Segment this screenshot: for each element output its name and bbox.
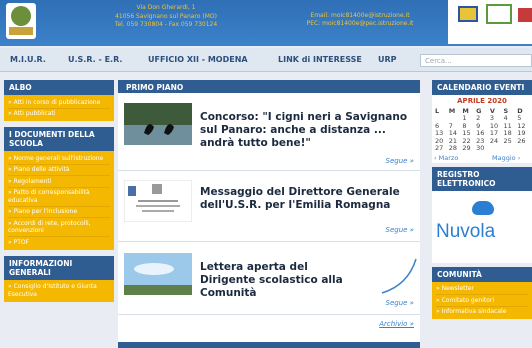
calendar-day[interactable]: 27: [434, 144, 448, 153]
primo-piano-heading: PRIMO PIANO: [118, 80, 420, 93]
sidebar-item-piano-attivita[interactable]: » Piano delle attività: [8, 165, 110, 176]
calendar-day[interactable]: 28: [448, 144, 462, 153]
republic-emblem-logo[interactable]: [6, 3, 36, 39]
prev-month-link[interactable]: ‹ Marzo: [434, 154, 458, 162]
sidebar-item-regolamenti[interactable]: » Regolamenti: [8, 176, 110, 188]
pon-logo-icon: [486, 4, 512, 24]
calendar-nav: ‹ Marzo Maggio ›: [432, 153, 532, 163]
email-link[interactable]: Email: moic81400e@istruzione.it: [285, 12, 435, 20]
sidebar-item-atti-pubblicati[interactable]: » Atti pubblicati: [8, 109, 110, 120]
albo-list: » Atti in corso di pubblicazione » Atti …: [4, 95, 114, 121]
school-address: Via Don Gherardi, 1 41056 Savignano sul …: [96, 4, 236, 30]
ministry-logo-icon: [518, 8, 532, 22]
calendar-day: [516, 145, 530, 153]
nav-item-ufficio[interactable]: UFFICIO XII - MODENA: [148, 55, 248, 64]
documenti-list: » Norme generali sull'istruzione » Piano…: [4, 151, 114, 250]
usr-letterhead-thumbnail[interactable]: [124, 180, 192, 222]
right-sidebar: CALENDARIO EVENTI APRILE 2020 L M M G V …: [432, 80, 532, 319]
sidebar-item-newsletter[interactable]: » Newsletter: [436, 284, 528, 295]
read-more-link[interactable]: Segue »: [386, 299, 414, 307]
sidebar-item-informativa[interactable]: » Informativa sindacale: [436, 307, 528, 318]
eu-flag-icon: [458, 6, 478, 22]
emblem-star-icon: [11, 6, 31, 26]
informazioni-heading: INFORMAZIONI GENERALI: [4, 255, 114, 280]
sidebar-item-ptof[interactable]: » PTOF: [8, 237, 110, 248]
calendar-day: [503, 145, 517, 153]
sidebar-item-patto[interactable]: » Patto di corresponsabilità educativa: [8, 188, 110, 207]
sidebar-item-norme[interactable]: » Norme generali sull'istruzione: [8, 153, 110, 165]
address-line-1: Via Don Gherardi, 1: [136, 4, 196, 11]
school-contacts: Email: moic81400e@istruzione.it PEC: moi…: [285, 12, 435, 28]
next-month-link[interactable]: Maggio ›: [492, 154, 520, 162]
cloud-icon: [472, 200, 494, 215]
sidebar-item-atti-in-corso[interactable]: » Atti in corso di pubblicazione: [8, 97, 110, 109]
nuvola-banner[interactable]: Nuvola: [432, 190, 532, 263]
primo-piano-panel: PRIMO PIANO Concorso: "I cigni neri a Sa…: [118, 80, 420, 348]
phone-line: Tel. 059 730804 - Fax 059 730124: [114, 21, 218, 28]
comunita-list: » Newsletter » Comitato genitori » Infor…: [432, 281, 532, 319]
news-item: Concorso: "I cigni neri a Savignano sul …: [118, 93, 420, 171]
sidebar-item-comitato[interactable]: » Comitato genitori: [436, 295, 528, 307]
read-more-link[interactable]: Segue »: [386, 226, 414, 234]
black-swans-thumbnail[interactable]: [124, 103, 192, 145]
calendar-day[interactable]: 26: [516, 137, 530, 146]
nav-item-miur[interactable]: M.I.U.R.: [10, 55, 46, 64]
calendar-week-row: 27 28 29 30: [434, 144, 530, 153]
pon-banner[interactable]: [448, 0, 532, 44]
calendar-day: [489, 145, 503, 153]
emblem-ribbon: [9, 27, 33, 35]
weekday-label: L: [435, 107, 440, 115]
read-more-link[interactable]: Segue »: [386, 157, 414, 165]
pec-link[interactable]: PEC: moic81400e@pec.istruzione.it: [285, 20, 435, 28]
calendar-day[interactable]: 24: [489, 137, 503, 146]
sky-landscape-thumbnail[interactable]: [124, 253, 192, 295]
sidebar-item-consiglio[interactable]: » Consiglio d'Istituto e Giunta Esecutiv…: [8, 282, 110, 300]
informazioni-list: » Consiglio d'Istituto e Giunta Esecutiv…: [4, 279, 114, 302]
nav-item-link-interesse[interactable]: LINK di INTERESSE: [278, 55, 362, 64]
news-item: Lettera aperta del Dirigente scolastico …: [118, 243, 420, 315]
calendar-grid: L M M G V S D 1 2 3 4 5 6 7 8 9 10 11 12 13 14 15 16 17 1…: [434, 107, 530, 153]
documenti-heading: I DOCUMENTI DELLA SCUOLA: [4, 127, 114, 151]
arrow-decoration-icon: [381, 258, 417, 294]
news-title[interactable]: Messaggio del Direttore Generale dell'U.…: [200, 186, 412, 212]
registro-block: REGISTRO ELETTRONICO Nuvola: [432, 166, 532, 263]
comunita-block: COMUNITÀ » Newsletter » Comitato genitor…: [432, 266, 532, 319]
nav-item-urp[interactable]: URP: [378, 55, 397, 64]
nav-item-usr[interactable]: U.S.R. - E.R.: [68, 55, 122, 64]
news-item: Messaggio del Direttore Generale dell'U.…: [118, 172, 420, 242]
registro-heading: REGISTRO ELETTRONICO: [432, 166, 532, 191]
archive-link[interactable]: Archivio »: [379, 320, 414, 328]
comunita-heading: COMUNITÀ: [432, 266, 532, 282]
event-calendar: APRILE 2020 L M M G V S D 1 2 3 4 5 6 7 8 9 10 11 1…: [432, 95, 532, 163]
sidebar-item-inclusione[interactable]: » Piano per l'inclusione: [8, 207, 110, 218]
calendar-heading: CALENDARIO EVENTI: [432, 80, 532, 95]
address-line-2: 41056 Savignano sul Panaro (MO): [115, 12, 217, 20]
site-header: Via Don Gherardi, 1 41056 Savignano sul …: [0, 0, 532, 46]
calendar-day[interactable]: 25: [503, 137, 517, 146]
albo-heading: ALBO: [4, 80, 114, 95]
calendar-day[interactable]: 30: [475, 144, 489, 153]
news-title[interactable]: Lettera aperta del Dirigente scolastico …: [200, 261, 350, 300]
calendar-month: APRILE 2020: [457, 97, 507, 105]
center-footer-bar: [118, 342, 420, 348]
nuvola-wordmark: Nuvola: [436, 220, 496, 242]
news-title[interactable]: Concorso: "I cigni neri a Savignano sul …: [200, 111, 412, 150]
sidebar-item-accordi[interactable]: » Accordi di rete, protocolli, convenzio…: [8, 218, 110, 237]
search-input[interactable]: Cerca...: [420, 54, 532, 67]
calendar-day[interactable]: 29: [461, 144, 475, 153]
left-sidebar: ALBO » Atti in corso di pubblicazione » …: [4, 80, 114, 302]
weekday-label: M: [448, 107, 456, 115]
